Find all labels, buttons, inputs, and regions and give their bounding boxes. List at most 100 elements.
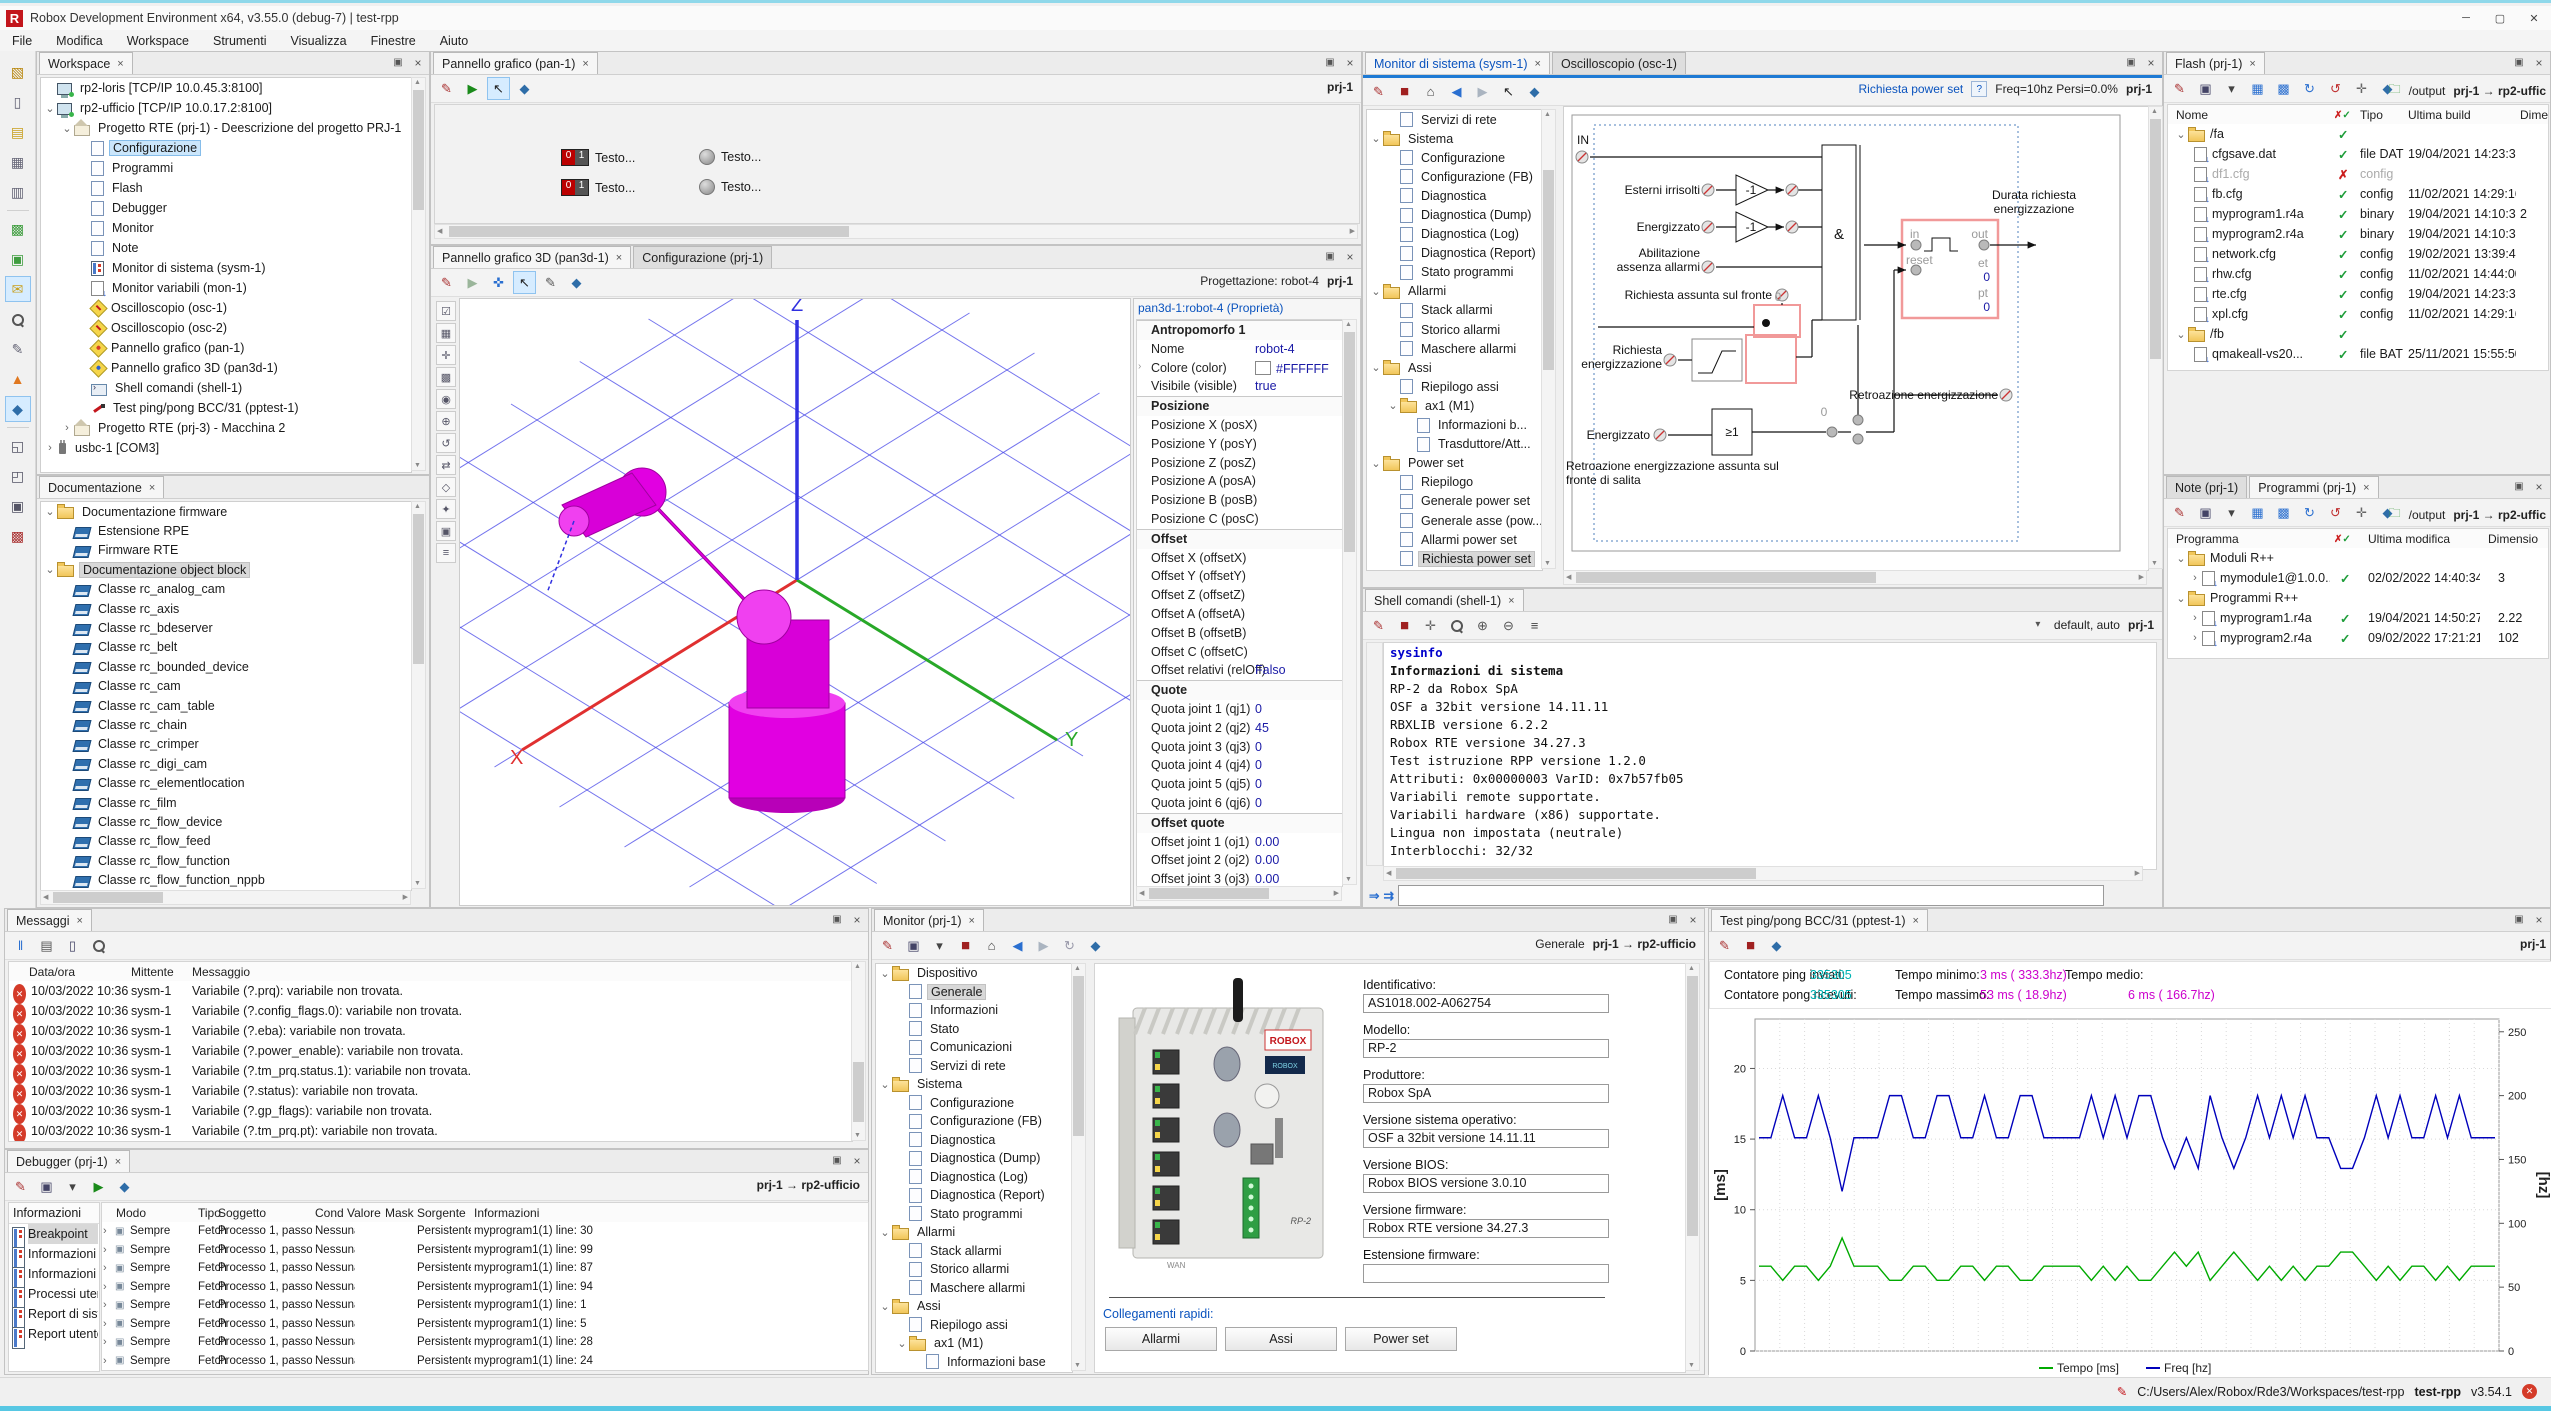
grid2-icon[interactable]: ▩ (2272, 501, 2295, 524)
float-panel-icon[interactable] (1322, 249, 1338, 264)
file-row[interactable]: rhw.cfg✓config11/02/2021 14:44:00 (2168, 264, 2548, 284)
tab-graphic-panel[interactable]: Pannello grafico (pan-1) (433, 52, 598, 74)
print-icon[interactable]: ▥ (5, 179, 31, 205)
maximize-button[interactable]: ▢ (2483, 8, 2517, 28)
new-icon[interactable]: ✎ (1367, 80, 1390, 103)
tab-shell[interactable]: Shell comandi (shell-1) (1365, 589, 1524, 611)
monitor-tree-item[interactable]: Informazioni (876, 1001, 1072, 1020)
fwd-icon[interactable]: ▶ (1471, 80, 1494, 103)
close-icon[interactable] (1508, 595, 1514, 607)
property-value[interactable]: #FFFFFF (1255, 361, 1329, 376)
copy-icon[interactable]: ▣ (902, 934, 925, 957)
scrollbar[interactable] (1071, 963, 1086, 1371)
property-row[interactable]: Offset Z (offsetZ) (1137, 586, 1342, 605)
stop-icon[interactable]: ■ (1393, 80, 1416, 103)
monitor-tree-item[interactable]: Riepilogo assi (876, 1316, 1072, 1335)
monitor-tree-item[interactable]: Stato (876, 1020, 1072, 1039)
field-value[interactable]: AS1018.002-A062754 (1363, 994, 1609, 1013)
minimize-button[interactable]: ─ (2449, 8, 2483, 28)
monitor-tree-item[interactable]: Servizi di rete (876, 1057, 1072, 1076)
field-value[interactable] (1363, 1264, 1609, 1283)
shell-command-input[interactable] (1398, 885, 2104, 906)
expander-icon[interactable]: ⌄ (1369, 361, 1383, 374)
step-command-icon[interactable]: ⇉ (1383, 888, 1393, 903)
hand-icon[interactable]: ✛ (2350, 501, 2373, 524)
property-row[interactable]: Posizione Z (posZ) (1137, 454, 1342, 473)
breakpoint-row[interactable]: ›▣SempreFetchProcesso 1, passo 24Nessuna… (102, 1352, 868, 1371)
pan-view-icon[interactable]: ⇄ (436, 455, 456, 475)
workspace-tree-item[interactable]: ⌄Progetto RTE (prj-1) - Deescrizione del… (41, 118, 411, 138)
sysm-tree-item[interactable]: Allarmi power set (1367, 530, 1542, 549)
dd-icon[interactable]: ▾ (2220, 501, 2243, 524)
tab-flash[interactable]: Flash (prj-1) (2166, 52, 2265, 74)
fwd-icon[interactable]: ▶ (1032, 934, 1055, 957)
expander-icon[interactable]: › (43, 442, 57, 454)
property-value[interactable]: 0.00 (1255, 835, 1279, 849)
scrollbar[interactable] (411, 501, 426, 889)
file-row[interactable]: df1.cfg✗config (2168, 164, 2548, 184)
monitor-tree-item[interactable]: ⌄Allarmi (876, 1223, 1072, 1242)
file-row[interactable]: network.cfg✓config19/02/2021 13:39:46 (2168, 244, 2548, 264)
file-row[interactable]: ⌄/fb✓ (2168, 324, 2548, 344)
property-value[interactable]: Falso (1255, 663, 1286, 677)
shell-output[interactable]: sysinfoInformazioni di sistemaRP-2 da Ro… (1383, 642, 2157, 870)
sysm-tree-item[interactable]: Configurazione (1367, 148, 1542, 167)
sysm-tree-item[interactable]: Stack allarmi (1367, 301, 1542, 320)
column-header[interactable]: Valore (347, 1203, 383, 1223)
expander-icon[interactable]: ⌄ (878, 967, 892, 980)
field-value[interactable]: Robox SpA (1363, 1084, 1609, 1103)
workspace-package-icon[interactable]: ▧ (5, 59, 31, 85)
file-row[interactable]: myprogram1.r4a✓binary19/04/2021 14:10:36… (2168, 204, 2548, 224)
property-row[interactable]: Offset A (offsetA) (1137, 605, 1342, 624)
file-row[interactable]: myprogram2.r4a✓binary19/04/2021 14:10:36 (2168, 224, 2548, 244)
property-value[interactable]: 0 (1255, 777, 1262, 791)
property-row[interactable]: ›Colore (color)#FFFFFF (1137, 359, 1342, 378)
documentation-tree-item[interactable]: ⌄Documentazione object block (41, 560, 411, 579)
float-panel-icon[interactable] (829, 1153, 845, 1168)
monitor-tree-item[interactable]: Stato programmi (876, 1205, 1072, 1224)
tab-pingpong-test[interactable]: Test ping/pong BCC/31 (pptest-1) (1711, 909, 1928, 931)
property-section[interactable]: Quote (1137, 680, 1342, 700)
close-icon[interactable] (115, 1156, 121, 1168)
documentation-tree-item[interactable]: Classe rc_belt (41, 638, 411, 657)
close-icon[interactable] (616, 252, 622, 264)
breakpoint-row[interactable]: ›▣SempreFetchProcesso 1, passo 28Nessuna… (102, 1333, 868, 1352)
scrollbar[interactable] (2148, 106, 2163, 569)
tab-monitor[interactable]: Monitor (prj-1) (874, 909, 984, 931)
property-value[interactable]: 0 (1255, 796, 1262, 810)
sysm-tree-item[interactable]: Storico allarmi (1367, 320, 1542, 339)
property-row[interactable]: Offset joint 2 (oj2)0.00 (1137, 851, 1342, 870)
property-value[interactable]: 0 (1255, 758, 1262, 772)
debugger-categories[interactable]: InformazioniBreakpointInformazioni AFInf… (8, 1202, 100, 1372)
property-section[interactable]: Offset (1137, 529, 1342, 549)
workspace-tree-item[interactable]: Oscilloscopio (osc-2) (41, 318, 411, 338)
file-row[interactable]: xpl.cfg✓config11/02/2021 14:29:16 (2168, 304, 2548, 324)
workspace-tree-item[interactable]: Programmi (41, 158, 411, 178)
grid1-icon[interactable]: ▦ (2246, 501, 2269, 524)
breakpoint-row[interactable]: ›▣SempreFetchProcesso 1, passo 99Nessuna… (102, 1241, 868, 1260)
tab-documentation[interactable]: Documentazione (39, 476, 164, 498)
property-row[interactable]: Quota joint 3 (qj3)0 (1137, 738, 1342, 757)
workspace-tree-item[interactable]: Oscilloscopio (osc-1) (41, 298, 411, 318)
expander-icon[interactable]: ⌄ (60, 122, 74, 135)
column-header[interactable]: Mask (385, 1203, 415, 1223)
workspace-tree-item[interactable]: Shell comandi (shell-1) (41, 378, 411, 398)
page-icon[interactable]: ▯ (61, 934, 84, 957)
column-header[interactable]: Tipo (2360, 105, 2404, 125)
message-row[interactable]: ✕10/03/2022 10:36:58sysm-1Variabile (?.c… (9, 1001, 852, 1021)
scrollbar[interactable] (851, 961, 866, 1141)
workspace-tree-item[interactable]: Debugger (41, 198, 411, 218)
program-row[interactable]: ⌄Programmi R++ (2168, 588, 2548, 608)
property-row[interactable]: Posizione Y (posY) (1137, 435, 1342, 454)
column-header[interactable]: Dime (2520, 105, 2550, 125)
file-row[interactable]: qmakeall-vs20...✓file BAT25/11/2021 15:5… (2168, 344, 2548, 364)
new-icon[interactable]: ✎ (1713, 934, 1736, 957)
close-button[interactable]: ✕ (2517, 8, 2551, 28)
message-row[interactable]: ✕10/03/2022 10:36:58sysm-1Variabile (?.g… (9, 1101, 852, 1121)
property-row[interactable]: Offset B (offsetB) (1137, 624, 1342, 643)
sysm-tree-item[interactable]: Maschere allarmi (1367, 339, 1542, 358)
field-value[interactable]: OSF a 32bit versione 14.11.11 (1363, 1129, 1609, 1148)
workspace-tree-item[interactable]: Monitor di sistema (sysm-1) (41, 258, 411, 278)
stop-icon[interactable]: ■ (954, 934, 977, 957)
expander-icon[interactable]: ⌄ (1369, 132, 1383, 145)
